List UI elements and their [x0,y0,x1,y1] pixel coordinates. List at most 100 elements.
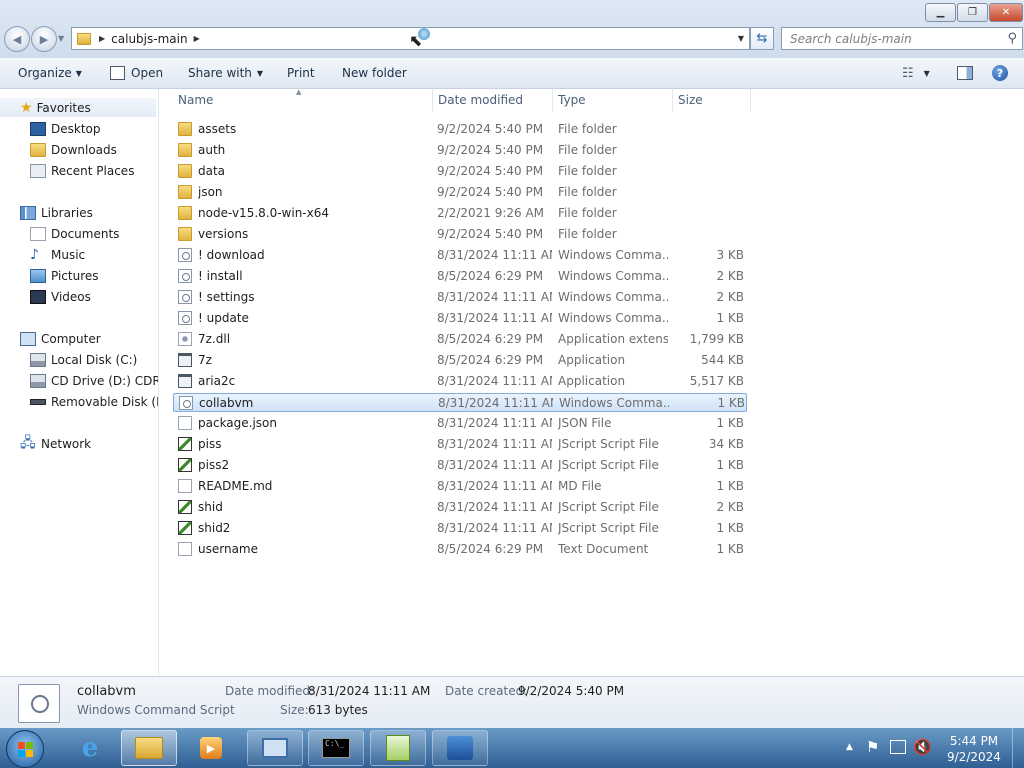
file-row[interactable]: piss 8/31/2024 11:11 AM JScript Script Fil… [173,435,747,454]
file-name: data [198,164,226,178]
taskbar-media-player[interactable]: ▶ [183,730,239,766]
file-row[interactable]: collabvm 8/31/2024 11:11 AM Windows Comma.… [173,393,747,412]
chevron-down-icon: ▼ [923,68,930,78]
column-header-name[interactable]: Name [173,89,433,111]
column-header-date-modified[interactable]: Date modified [433,89,553,111]
file-row[interactable]: shid 8/31/2024 11:11 AM JScript Script Fil… [173,498,747,517]
file-name: shid [198,500,223,514]
forward-button[interactable]: ▶ [31,26,57,52]
nav-item-removable-disk[interactable]: Removable Disk (E:) [30,392,158,411]
file-row[interactable]: node-v15.8.0-win-x64 2/2/2021 9:26 AM File… [173,204,747,223]
nav-item-favorites[interactable]: ★ Favorites [0,98,156,117]
file-date-modified: 9/2/2024 5:40 PM [437,164,544,178]
nav-item-network[interactable]: 🖧 Network [20,434,91,453]
preview-pane-button[interactable] [957,65,973,81]
taskbar-notepad-plus-plus[interactable] [370,730,426,766]
address-history-dropdown-icon[interactable]: ▼ [738,34,744,43]
file-row[interactable]: auth 9/2/2024 5:40 PM File folder [173,141,747,160]
folder-icon [178,164,192,178]
nav-item-music[interactable]: ♪ Music [30,245,85,264]
nav-label: Removable Disk (E:) [51,394,158,409]
column-header-size[interactable]: Size [673,89,751,111]
change-view-button[interactable]: ☷ ▼ [902,65,930,81]
preview-pane-icon [957,66,973,80]
new-folder-button[interactable]: New folder [342,65,407,81]
forward-arrow-icon: ▶ [39,32,49,46]
file-row[interactable]: 7z.dll 8/5/2024 6:29 PM Application extens… [173,330,747,349]
nav-item-libraries[interactable]: Libraries [20,203,93,222]
print-button[interactable]: Print [287,65,315,81]
breadcrumb-current-folder[interactable]: calubjs-main [111,32,187,46]
taskbar: e ▶ C:\_ ▲ ⚑ 🔇 5:44 PM 9/2/2024 [0,728,1024,768]
nav-item-videos[interactable]: Videos [30,287,91,306]
close-icon: ✕ [1001,7,1011,18]
nav-item-desktop[interactable]: Desktop [30,119,101,138]
refresh-button[interactable]: ⇆ [750,27,774,50]
open-label: Open [131,66,164,80]
help-button[interactable]: ? [992,65,1008,81]
action-center-flag-icon[interactable]: ⚑ [866,738,879,756]
taskbar-command-prompt[interactable]: C:\_ [308,730,364,766]
volume-muted-icon[interactable]: 🔇 [913,738,932,756]
breadcrumb-separator-icon[interactable]: ▶ [194,34,200,43]
file-row[interactable]: versions 9/2/2024 5:40 PM File folder [173,225,747,244]
file-row[interactable]: README.md 8/31/2024 11:11 AM MD File 1 KB [173,477,747,496]
nav-label: Documents [51,226,120,241]
file-row[interactable]: assets 9/2/2024 5:40 PM File folder [173,120,747,139]
open-button[interactable]: Open [110,65,163,81]
chevron-down-icon: ▼ [75,68,82,78]
nav-item-recent-places[interactable]: Recent Places [30,161,134,180]
recent-pages-dropdown[interactable]: ▼ [58,34,64,43]
column-header-type[interactable]: Type [553,89,673,111]
file-row[interactable]: aria2c 8/31/2024 11:11 AM Application 5,517… [173,372,747,391]
media-player-icon: ▶ [200,737,222,759]
taskbar-app[interactable] [432,730,488,766]
file-row[interactable]: json 9/2/2024 5:40 PM File folder [173,183,747,202]
file-size: 1 KB [716,416,744,430]
cmd-script-icon [179,396,193,410]
nav-item-cd-drive[interactable]: CD Drive (D:) CDROM [30,371,158,390]
minimize-button[interactable]: ▁ [925,3,956,22]
taskbar-windows-explorer[interactable] [121,730,177,766]
file-row[interactable]: username 8/5/2024 6:29 PM Text Document 1 K… [173,540,747,559]
file-row[interactable]: shid2 8/31/2024 11:11 AM JScript Script Fi… [173,519,747,538]
search-input[interactable]: Search calubjs-main ⚲ [781,27,1023,50]
nav-item-local-disk[interactable]: Local Disk (C:) [30,350,137,369]
close-button[interactable]: ✕ [989,3,1023,22]
nav-label: Computer [41,331,101,346]
search-icon[interactable]: ⚲ [1007,31,1017,46]
show-desktop-button[interactable] [1012,728,1024,768]
folder-icon [178,227,192,241]
nav-label: Pictures [51,268,99,283]
file-row[interactable]: ! install 8/5/2024 6:29 PM Windows Comma..… [173,267,747,286]
file-type: File folder [558,227,617,241]
nav-item-downloads[interactable]: Downloads [30,140,117,159]
system-clock[interactable]: 5:44 PM 9/2/2024 [944,733,1004,765]
network-status-icon[interactable] [890,740,906,754]
file-row[interactable]: 7z 8/5/2024 6:29 PM Application 544 KB [173,351,747,370]
show-hidden-icons-button[interactable]: ▲ [846,742,853,752]
nav-item-pictures[interactable]: Pictures [30,266,99,285]
file-row[interactable]: ! settings 8/31/2024 11:11 AM Windows Comm… [173,288,747,307]
cmd-script-icon [178,248,192,262]
file-row[interactable]: ! update 8/31/2024 11:11 AM Windows Comma.… [173,309,747,328]
taskbar-internet-explorer[interactable]: e [62,730,118,766]
maximize-button[interactable]: ❐ [957,3,988,22]
taskbar-remote-desktop[interactable] [247,730,303,766]
back-button[interactable]: ◀ [4,26,30,52]
file-row[interactable]: package.json 8/31/2024 11:11 AM JSON File 1… [173,414,747,433]
file-row[interactable]: data 9/2/2024 5:40 PM File folder [173,162,747,181]
file-type: Application extens... [558,332,668,346]
nav-item-computer[interactable]: Computer [20,329,101,348]
music-icon: ♪ [30,246,39,263]
breadcrumb-separator-icon[interactable]: ▶ [99,34,105,43]
share-with-button[interactable]: Share with ▼ [188,65,263,81]
start-button[interactable] [6,730,44,768]
jscript-icon [178,500,192,514]
file-row[interactable]: piss2 8/31/2024 11:11 AM JScript Script Fi… [173,456,747,475]
file-row[interactable]: ! download 8/31/2024 11:11 AM Windows Comm… [173,246,747,265]
nav-item-documents[interactable]: Documents [30,224,119,243]
file-date-modified: 2/2/2021 9:26 AM [437,206,545,220]
file-date-modified: 8/31/2024 11:11 AM [437,416,552,430]
organize-button[interactable]: Organize ▼ [18,65,82,81]
